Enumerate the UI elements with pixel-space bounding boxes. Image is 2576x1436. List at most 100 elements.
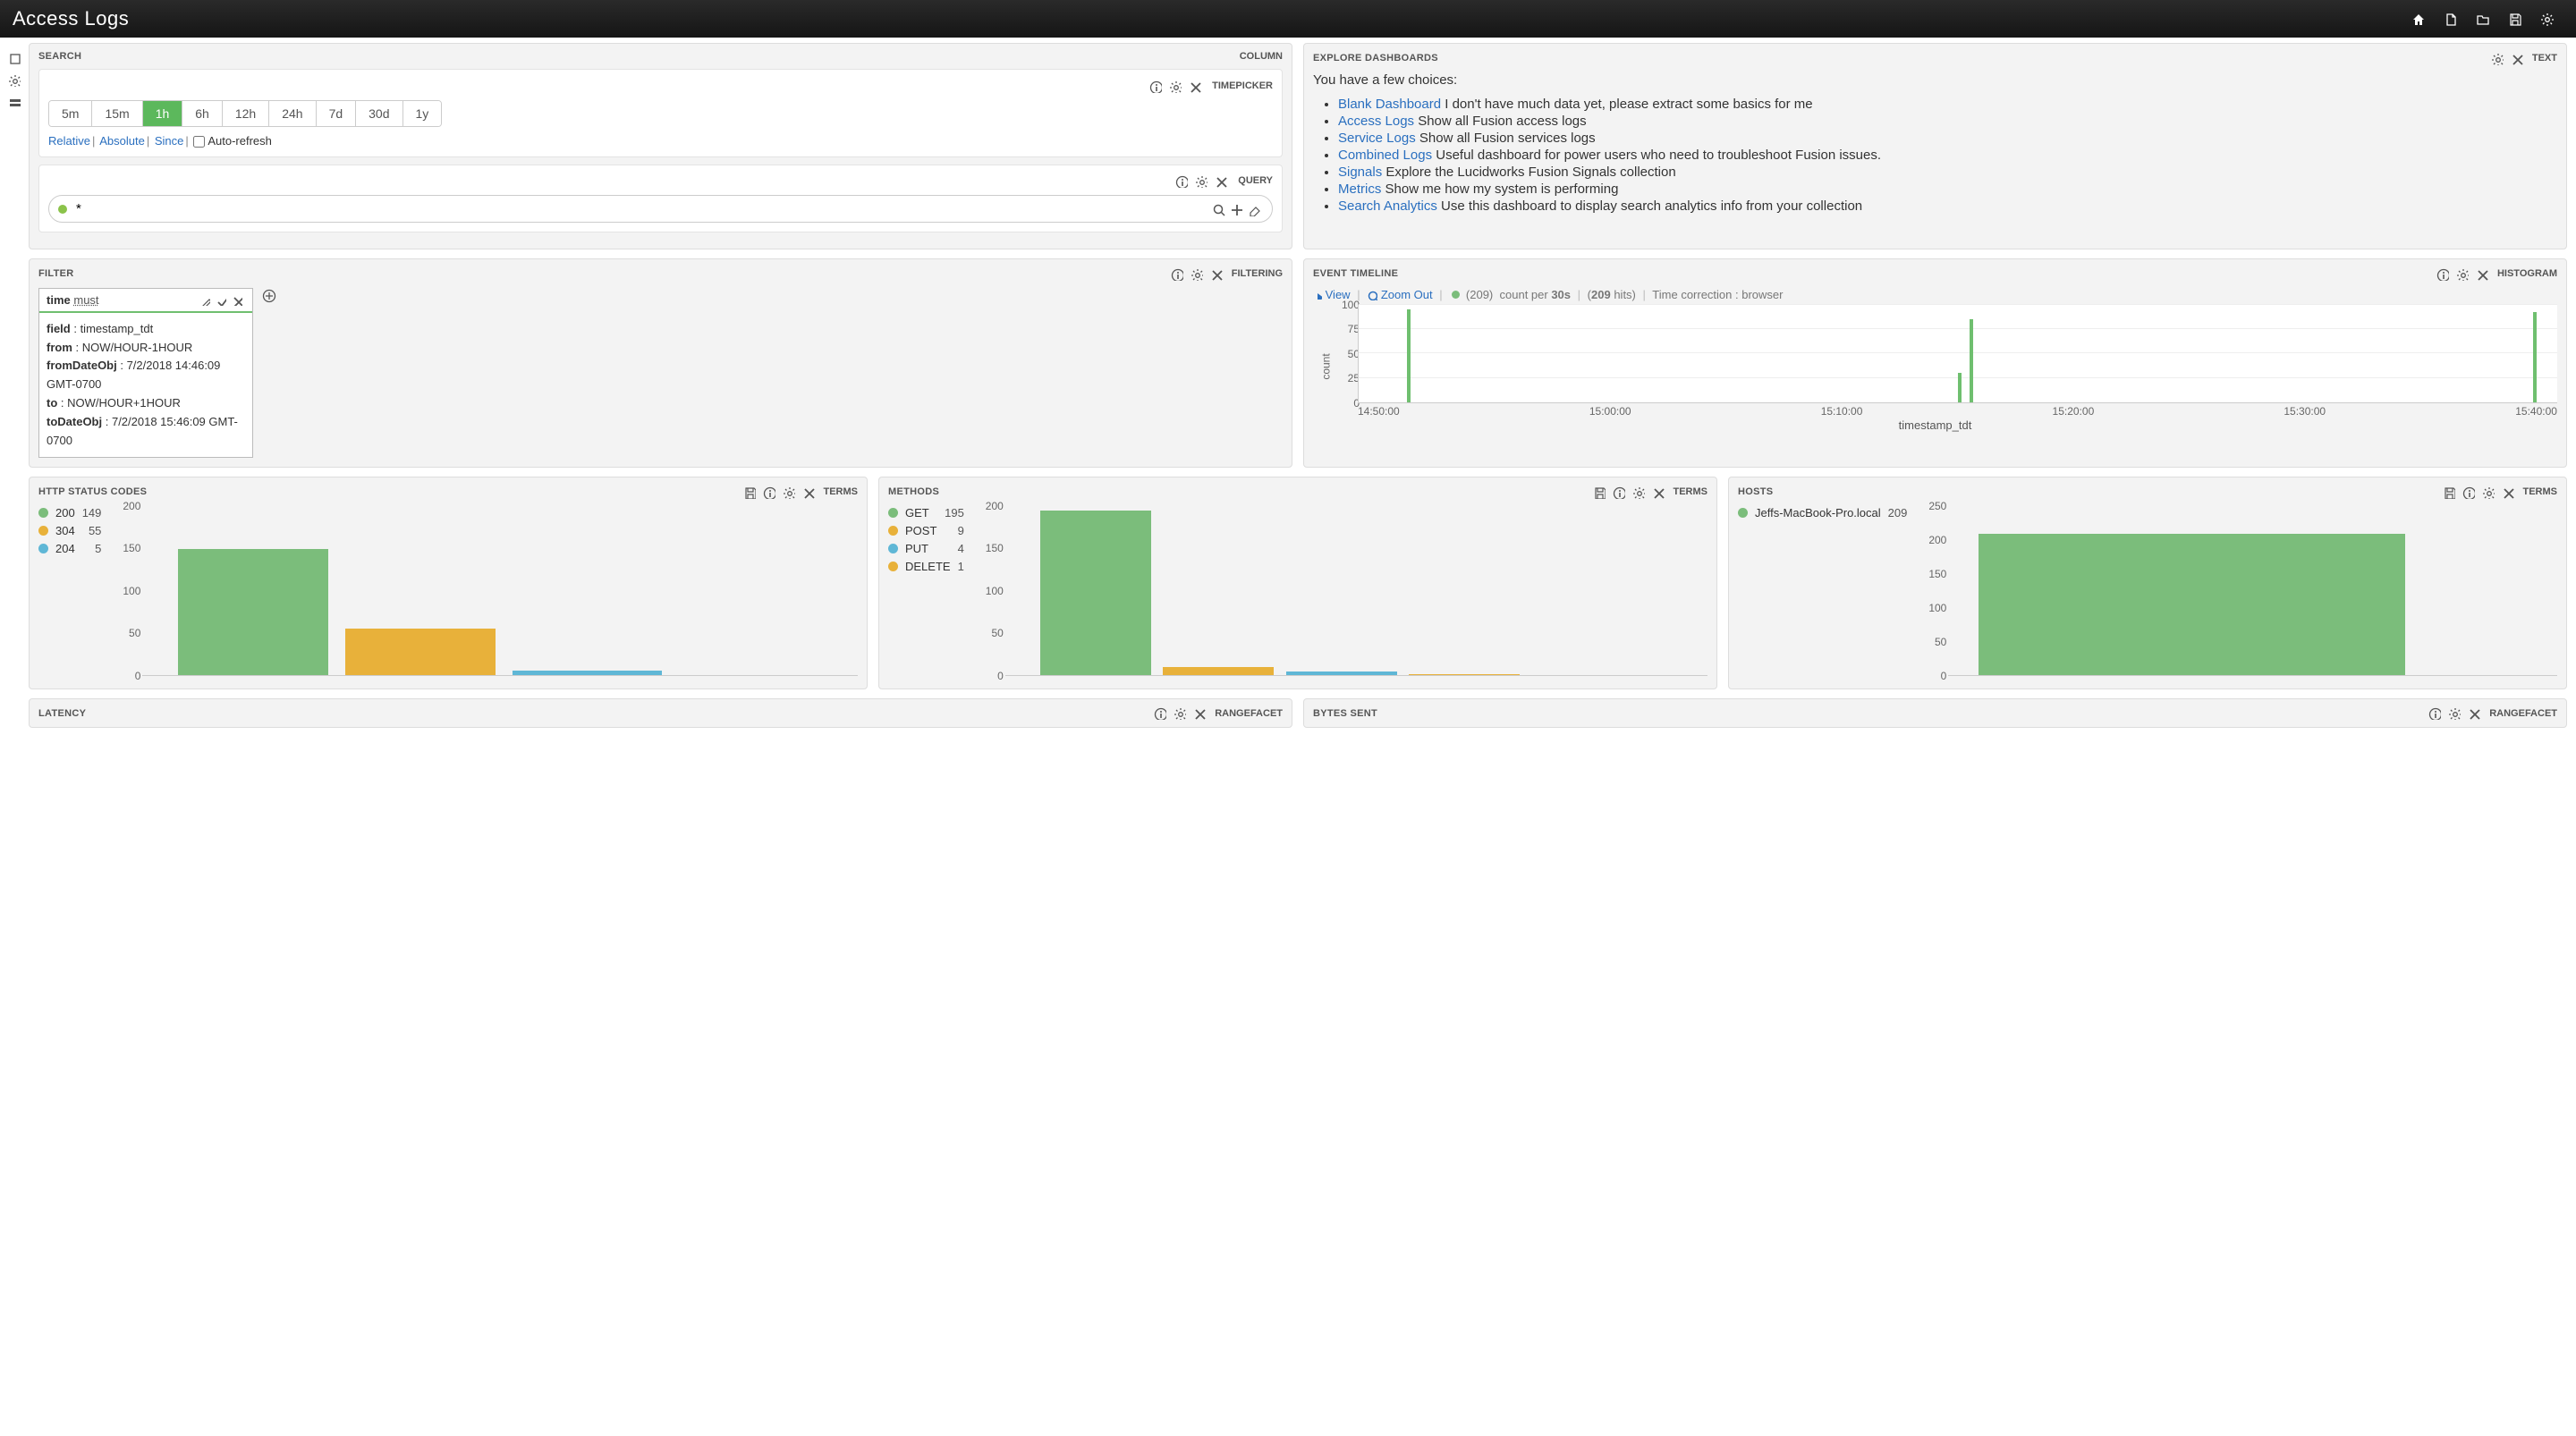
hosts-panel: HOSTS TERMS Jeffs-MacBook-Pro.local209 2… [1728,477,2567,689]
topbar: Access Logs [0,0,2576,38]
info-icon[interactable] [1146,79,1165,93]
row-settings-icon[interactable] [0,68,29,89]
add-filter-icon[interactable] [262,288,276,303]
http-chart[interactable]: 200150100500 [112,506,858,680]
settings-icon[interactable] [2531,11,2563,26]
hosts-chart[interactable]: 250200150100500 [1918,506,2557,680]
close-icon[interactable] [1190,706,1209,721]
dashboard-link[interactable]: Metrics [1338,182,1381,197]
panel-type-label: HISTOGRAM [2497,268,2557,279]
timeline-chart[interactable]: count 1007550250 14:50:0015:00:0015:10:0… [1313,305,2557,428]
legend-item[interactable]: DELETE1 [888,560,964,573]
info-icon[interactable] [2459,485,2479,499]
time-range-1h[interactable]: 1h [143,101,183,126]
facet-bar[interactable] [1409,674,1520,675]
info-icon[interactable] [759,485,779,499]
time-range-24h[interactable]: 24h [269,101,316,126]
facet-bar[interactable] [1163,667,1274,675]
legend-item[interactable]: Jeffs-MacBook-Pro.local209 [1738,506,1907,519]
home-icon[interactable] [2402,11,2435,26]
relative-link[interactable]: Relative [48,134,90,148]
close-icon[interactable] [2464,706,2484,721]
gear-icon[interactable] [2453,266,2472,281]
expand-row-icon[interactable] [0,46,29,68]
dashboard-link[interactable]: Signals [1338,165,1382,180]
info-icon[interactable] [1167,266,1187,281]
close-icon[interactable] [2507,51,2527,65]
clear-query-icon[interactable] [1245,202,1263,216]
explore-intro: You have a few choices: [1313,72,2557,88]
close-icon[interactable] [2472,266,2492,281]
save-icon[interactable] [1589,485,1609,499]
histogram-bar[interactable] [1970,319,1973,402]
edit-filter-icon[interactable] [197,293,213,306]
facet-bar[interactable] [178,549,328,675]
methods-chart[interactable]: 200150100500 [975,506,1707,680]
gear-icon[interactable] [2479,485,2498,499]
close-icon[interactable] [2498,485,2518,499]
info-icon[interactable] [1150,706,1170,721]
info-icon[interactable] [2433,266,2453,281]
dashboard-link[interactable]: Combined Logs [1338,148,1432,163]
search-icon[interactable] [1209,202,1227,216]
gear-icon[interactable] [779,485,799,499]
info-icon[interactable] [2425,706,2445,721]
time-range-15m[interactable]: 15m [92,101,142,126]
time-range-5m[interactable]: 5m [49,101,92,126]
histogram-bar[interactable] [1958,373,1962,402]
facet-bar[interactable] [1979,534,2404,675]
dashboard-link[interactable]: Blank Dashboard [1338,97,1441,112]
x-tick: 15:30:00 [2284,405,2326,418]
gear-icon[interactable] [1629,485,1648,499]
gear-icon[interactable] [1191,174,1211,189]
time-range-12h[interactable]: 12h [223,101,269,126]
legend-item[interactable]: 30455 [38,524,101,537]
histogram-bar[interactable] [2533,312,2537,401]
histogram-bar[interactable] [1407,309,1411,402]
panel-type-label: RANGEFACET [1215,708,1283,719]
open-folder-icon[interactable] [2467,11,2499,26]
dashboard-link[interactable]: Service Logs [1338,131,1416,146]
save-icon[interactable] [2499,11,2531,26]
close-icon[interactable] [799,485,818,499]
legend-item[interactable]: GET195 [888,506,964,519]
remove-filter-icon[interactable] [229,293,245,306]
time-range-1y[interactable]: 1y [403,101,442,126]
query-input[interactable] [76,199,1209,218]
status-dot-icon [58,205,67,214]
info-icon[interactable] [1172,174,1191,189]
facet-bar[interactable] [1040,511,1151,675]
facet-bar[interactable] [513,671,663,675]
gear-icon[interactable] [1187,266,1207,281]
gear-icon[interactable] [2487,51,2507,65]
facet-bar[interactable] [1286,672,1397,675]
gear-icon[interactable] [1165,79,1185,93]
autorefresh-checkbox[interactable] [193,136,205,148]
close-icon[interactable] [1211,174,1231,189]
time-range-7d[interactable]: 7d [317,101,357,126]
new-file-icon[interactable] [2435,11,2467,26]
save-icon[interactable] [740,485,759,499]
since-link[interactable]: Since [155,134,184,148]
dashboard-link[interactable]: Access Logs [1338,114,1414,129]
legend-item[interactable]: POST9 [888,524,964,537]
facet-bar[interactable] [345,629,496,675]
absolute-link[interactable]: Absolute [99,134,145,148]
gear-icon[interactable] [1170,706,1190,721]
add-query-icon[interactable] [1227,202,1245,216]
row-layout-icon[interactable] [0,90,29,112]
info-icon[interactable] [1609,485,1629,499]
gear-icon[interactable] [2445,706,2464,721]
legend-item[interactable]: PUT4 [888,542,964,555]
apply-filter-icon[interactable] [213,293,229,306]
legend-item[interactable]: 2045 [38,542,101,555]
time-range-30d[interactable]: 30d [356,101,402,126]
save-icon[interactable] [2439,485,2459,499]
time-range-6h[interactable]: 6h [182,101,223,126]
legend-item[interactable]: 200149 [38,506,101,519]
dashboard-link[interactable]: Search Analytics [1338,199,1437,214]
close-icon[interactable] [1648,485,1668,499]
close-icon[interactable] [1185,79,1205,93]
zoom-out-link[interactable]: Zoom Out [1381,288,1433,301]
close-icon[interactable] [1207,266,1226,281]
